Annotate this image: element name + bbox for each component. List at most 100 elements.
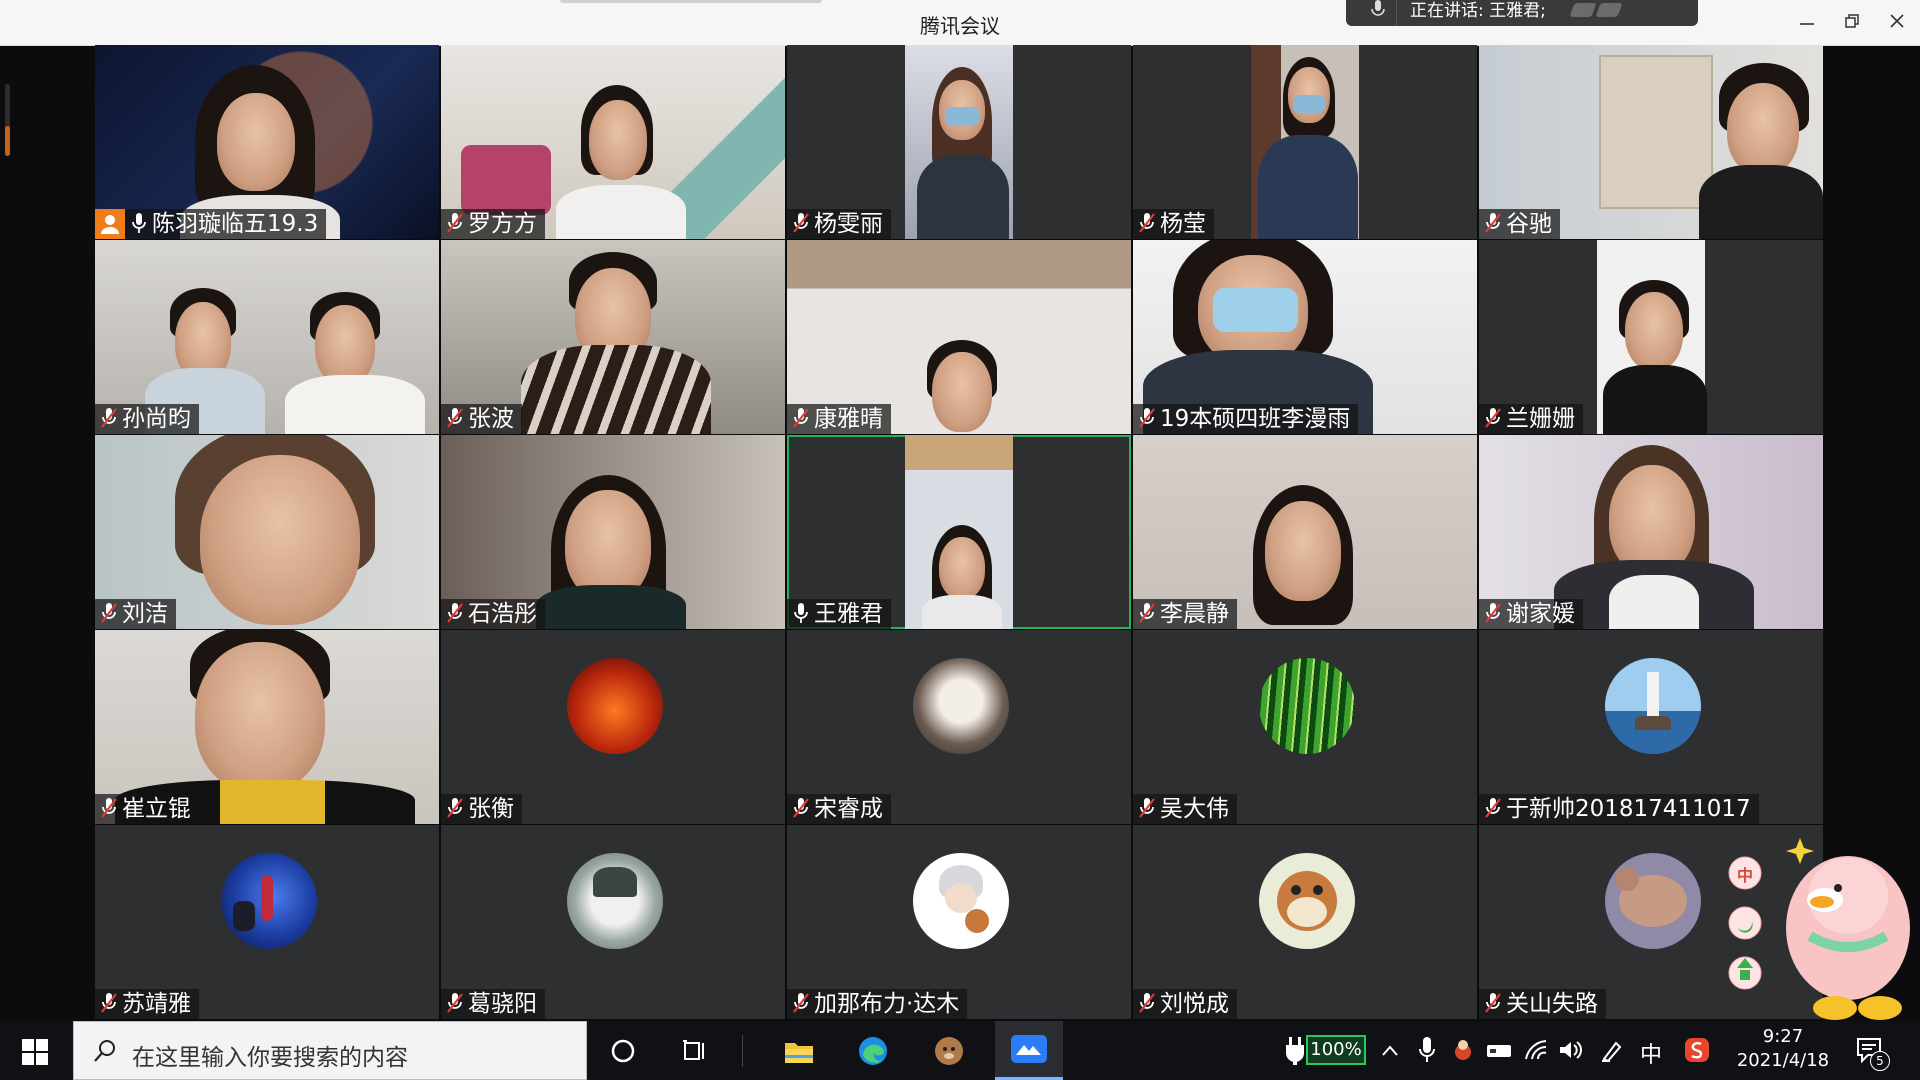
avatar (913, 658, 1009, 754)
volume-icon[interactable] (1558, 1039, 1584, 1061)
title-bar: 腾讯会议 正在讲话: 王雅君; (0, 0, 1920, 46)
power-plug-icon[interactable] (1284, 1037, 1306, 1065)
participant-tile[interactable]: 于新帅201817411017 (1479, 630, 1823, 824)
name-label: 加那布力·达木 (787, 989, 968, 1019)
mic-muted-icon (447, 408, 463, 428)
participant-tile[interactable]: 吴大伟 (1133, 630, 1477, 824)
participant-tile[interactable]: 康雅晴 (787, 240, 1131, 434)
participant-tile[interactable]: 陈羽璇临五19.3 (95, 45, 439, 239)
name-label: 陈羽璇临五19.3 (95, 209, 327, 239)
name-label: 谢家媛 (1479, 599, 1583, 629)
participant-tile[interactable]: 谢家媛 (1479, 435, 1823, 629)
restore-button[interactable] (1837, 8, 1867, 38)
mic-muted-icon (1139, 603, 1155, 623)
duck-mascot-icon (1728, 838, 1910, 1020)
task-view-icon[interactable] (679, 1035, 711, 1067)
windows-start-icon[interactable] (22, 1039, 48, 1065)
restore-icon (1845, 14, 1859, 28)
tencent-meeting-taskbar-button[interactable] (995, 1021, 1063, 1080)
cortana-icon[interactable] (607, 1035, 639, 1067)
mic-muted-icon (1139, 213, 1155, 233)
taskbar-search-box[interactable]: 在这里输入你要搜索的内容 (73, 1021, 587, 1080)
scroll-thumb[interactable] (5, 126, 10, 156)
speaking-text: 正在讲话: 王雅君; (1410, 1, 1546, 21)
host-icon (95, 209, 125, 239)
microphone-tray-icon[interactable] (1418, 1037, 1436, 1063)
speaking-indicator: 正在讲话: 王雅君; (1346, 0, 1698, 26)
mic-muted-icon (447, 213, 463, 233)
mic-muted-icon (101, 603, 117, 623)
participant-tile[interactable]: 李晨静 (1133, 435, 1477, 629)
clock-time: 9:27 (1762, 1026, 1804, 1047)
participant-tile[interactable]: 罗方方 (441, 45, 785, 239)
desktop-pet-mascot[interactable]: 中 (1710, 818, 1920, 1028)
mic-muted-icon (1139, 408, 1155, 428)
app-avatar-icon[interactable] (933, 1035, 965, 1067)
name-label: 苏靖雅 (95, 989, 199, 1019)
mic-muted-icon (793, 213, 809, 233)
participant-tile[interactable]: 杨雯丽 (787, 45, 1131, 239)
name-label: 王雅君 (787, 599, 891, 629)
participant-tile[interactable]: 兰姗姗 (1479, 240, 1823, 434)
participant-tile[interactable]: 加那布力·达木 (787, 825, 1131, 1019)
battery-indicator[interactable]: 100% (1306, 1035, 1366, 1065)
avatar (1605, 658, 1701, 754)
name-label: 崔立锟 (95, 794, 199, 824)
avatar (567, 658, 663, 754)
participant-tile[interactable]: 刘悦成 (1133, 825, 1477, 1019)
input-method-indicator[interactable]: 中 (1640, 1037, 1662, 1069)
name-label: 谷驰 (1479, 209, 1560, 239)
close-button[interactable] (1882, 8, 1912, 38)
participant-tile[interactable]: 宋睿成 (787, 630, 1131, 824)
name-label: 张衡 (441, 794, 522, 824)
mic-muted-icon (1139, 993, 1155, 1013)
app-tray-icon[interactable] (1452, 1039, 1474, 1061)
windows-taskbar: 在这里输入你要搜索的内容 100% 中 9:27 2021/4/18 5 (0, 1021, 1920, 1080)
participant-tile[interactable]: 19本硕四班李漫雨 (1133, 240, 1477, 434)
search-placeholder: 在这里输入你要搜索的内容 (132, 1045, 408, 1071)
name-label: 关山失路 (1479, 989, 1606, 1019)
participant-tile[interactable]: 谷驰 (1479, 45, 1823, 239)
participant-tile[interactable]: 张衡 (441, 630, 785, 824)
close-icon (1890, 14, 1904, 28)
mic-muted-icon (447, 993, 463, 1013)
pen-icon[interactable] (1600, 1039, 1624, 1063)
chevron-up-icon[interactable] (1380, 1041, 1400, 1061)
avatar (1259, 853, 1355, 949)
mic-muted-icon (101, 798, 117, 818)
file-explorer-icon[interactable] (783, 1035, 815, 1067)
minimize-icon (1800, 23, 1814, 25)
mic-muted-icon (793, 408, 809, 428)
participant-tile[interactable]: 张波 (441, 240, 785, 434)
clock-date: 2021/4/18 (1736, 1050, 1830, 1071)
minimize-button[interactable] (1792, 8, 1822, 38)
participant-tile[interactable]: 苏靖雅 (95, 825, 439, 1019)
name-label: 张波 (441, 404, 522, 434)
mic-muted-icon (101, 408, 117, 428)
name-label: 刘悦成 (1133, 989, 1237, 1019)
speaking-names-blurred (1569, 2, 1624, 22)
avatar (567, 853, 663, 949)
mascot-badge-label: 中 (1736, 866, 1753, 885)
participant-tile[interactable]: 葛骁阳 (441, 825, 785, 1019)
system-clock[interactable]: 9:27 2021/4/18 (1736, 1025, 1830, 1073)
mic-muted-icon (793, 993, 809, 1013)
name-label: 刘洁 (95, 599, 176, 629)
participant-tile[interactable]: 杨莹 (1133, 45, 1477, 239)
participant-tile[interactable]: 孙尚昀 (95, 240, 439, 434)
participant-tile-speaking[interactable]: 王雅君 (787, 435, 1131, 629)
microphone-icon (132, 213, 146, 233)
avatar (1605, 853, 1701, 949)
drag-handle[interactable] (560, 0, 822, 3)
name-label: 吴大伟 (1133, 794, 1237, 824)
wifi-icon[interactable] (1524, 1039, 1548, 1061)
participant-tile[interactable]: 刘洁 (95, 435, 439, 629)
sogou-input-icon[interactable] (1684, 1037, 1710, 1063)
participant-tile[interactable]: 石浩彤 (441, 435, 785, 629)
side-scrollbar[interactable] (0, 46, 18, 1021)
edge-browser-icon[interactable] (857, 1035, 889, 1067)
network-drive-icon[interactable] (1486, 1039, 1512, 1061)
name-label: 葛骁阳 (441, 989, 545, 1019)
mic-muted-icon (1485, 603, 1501, 623)
participant-tile[interactable]: 崔立锟 (95, 630, 439, 824)
